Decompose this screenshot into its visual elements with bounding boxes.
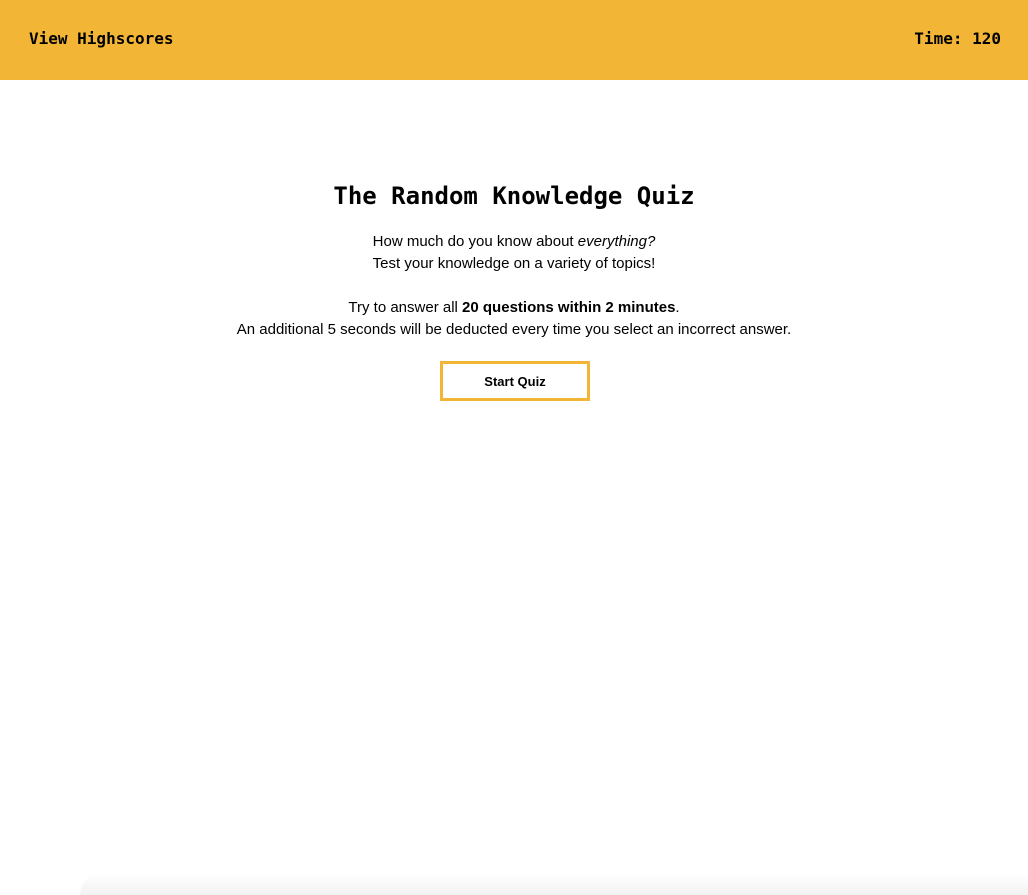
timer-label: Time:	[914, 29, 973, 48]
view-highscores-link[interactable]: View Highscores	[29, 29, 174, 49]
timer: Time: 120	[914, 29, 1001, 49]
rules-text: Try to answer all 20 questions within 2 …	[0, 297, 1028, 341]
bottom-shadow	[80, 873, 1028, 895]
intro-line1-emphasis: everything?	[577, 233, 656, 250]
rules-line2: An additional 5 seconds will be deducted…	[236, 321, 792, 338]
page-title: The Random Knowledge Quiz	[333, 182, 695, 210]
intro-line2: Test your knowledge on a variety of topi…	[372, 255, 656, 272]
rules-line1-suffix: .	[675, 299, 680, 316]
rules-line1-bold: 20 questions within 2 minutes	[462, 299, 676, 316]
start-quiz-button[interactable]: Start Quiz	[440, 361, 590, 401]
intro-text: How much do you know about everything? Te…	[0, 231, 1028, 275]
intro-line1-prefix: How much do you know about	[372, 233, 578, 250]
rules-line1-prefix: Try to answer all	[348, 299, 463, 316]
top-bar: View Highscores Time: 120	[0, 0, 1028, 80]
timer-value: 120	[972, 29, 1001, 48]
